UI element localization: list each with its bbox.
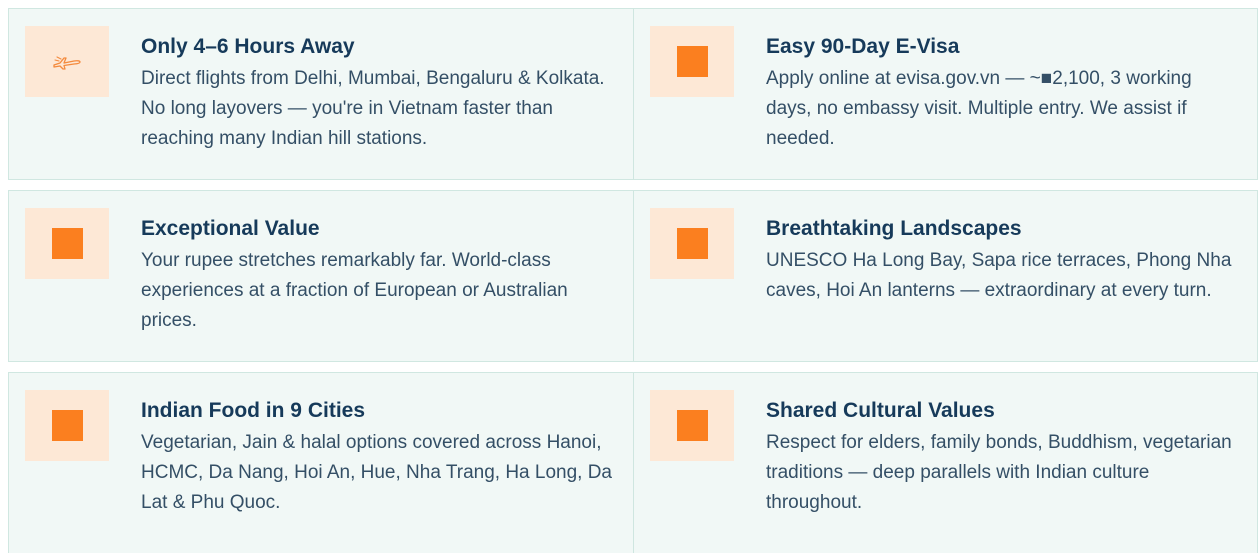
square-icon xyxy=(51,228,83,259)
feature-icon-container xyxy=(650,390,734,461)
feature-description: Your rupee stretches remarkably far. Wor… xyxy=(141,250,568,331)
feature-icon-container xyxy=(650,208,734,279)
feature-description: Respect for elders, family bonds, Buddhi… xyxy=(766,432,1232,513)
feature-row: Only 4–6 Hours Away Direct flights from … xyxy=(8,8,1258,180)
feature-row: Exceptional Value Your rupee stretches r… xyxy=(8,190,1258,362)
feature-icon-container xyxy=(25,26,109,97)
feature-card-visa: Easy 90-Day E-Visa Apply online at evisa… xyxy=(634,8,1258,180)
feature-card-culture: Shared Cultural Values Respect for elder… xyxy=(634,372,1258,553)
feature-card-value: Exceptional Value Your rupee stretches r… xyxy=(8,190,634,362)
feature-card-flights: Only 4–6 Hours Away Direct flights from … xyxy=(8,8,634,180)
feature-title: Exceptional Value xyxy=(141,217,320,240)
square-icon xyxy=(676,410,708,441)
feature-title: Shared Cultural Values xyxy=(766,399,995,422)
feature-title: Easy 90-Day E-Visa xyxy=(766,35,960,58)
feature-grid: Only 4–6 Hours Away Direct flights from … xyxy=(8,8,1258,553)
feature-description: Apply online at evisa.gov.vn — ~■2,100, … xyxy=(766,68,1192,149)
feature-title: Indian Food in 9 Cities xyxy=(141,399,366,422)
airplane-icon xyxy=(52,53,82,71)
feature-icon-container xyxy=(25,390,109,461)
feature-icon-container xyxy=(25,208,109,279)
feature-row: Indian Food in 9 Cities Vegetarian, Jain… xyxy=(8,372,1258,553)
feature-card-food: Indian Food in 9 Cities Vegetarian, Jain… xyxy=(8,372,634,553)
square-icon xyxy=(51,410,83,441)
feature-title: Breathtaking Landscapes xyxy=(766,217,1022,240)
feature-description: Vegetarian, Jain & halal options covered… xyxy=(141,432,613,513)
feature-title: Only 4–6 Hours Away xyxy=(141,35,355,58)
square-icon xyxy=(676,228,708,259)
feature-icon-container xyxy=(650,26,734,97)
square-icon xyxy=(676,46,708,77)
feature-description: UNESCO Ha Long Bay, Sapa rice terraces, … xyxy=(766,250,1232,301)
feature-description: Direct flights from Delhi, Mumbai, Benga… xyxy=(141,68,605,149)
feature-card-landscapes: Breathtaking Landscapes UNESCO Ha Long B… xyxy=(634,190,1258,362)
